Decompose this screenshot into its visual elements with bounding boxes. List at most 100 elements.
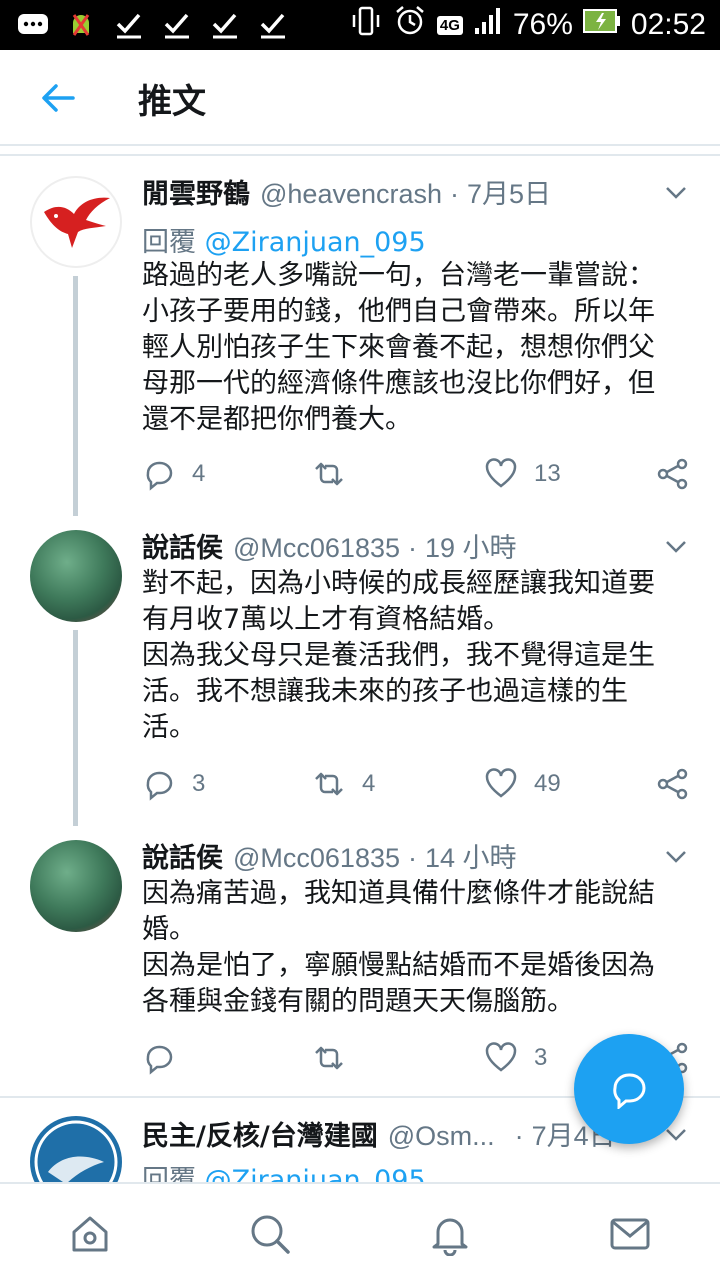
chevron-down-icon[interactable] <box>664 534 688 558</box>
author-name[interactable]: 說話侯 <box>142 836 223 875</box>
mail-icon <box>610 1218 650 1250</box>
retweet-button[interactable] <box>312 1038 362 1078</box>
heart-icon <box>485 768 517 798</box>
avatar[interactable] <box>30 530 122 622</box>
chevron-down-icon[interactable] <box>664 844 688 868</box>
retweet-icon <box>315 462 343 486</box>
reply-button[interactable] <box>142 1038 192 1078</box>
tweet-line: 各種與金錢有關的問題天天傷腦筋。 <box>142 986 574 1017</box>
tweet-line: 路過的老人多嘴說一句，台灣老一輩嘗說： <box>142 260 655 291</box>
nav-search[interactable] <box>246 1210 294 1258</box>
retweet-button[interactable]: 4 <box>312 764 375 804</box>
tweet-actions: 3 4 49 <box>142 764 692 804</box>
bell-icon <box>432 1218 468 1256</box>
heart-icon <box>485 1042 517 1072</box>
alarm-icon <box>393 4 427 46</box>
reply-context: 回覆 @Ziranjuan_095 <box>142 1158 426 1182</box>
reply-prefix: 回覆 <box>142 1165 196 1182</box>
author-name[interactable]: 說話侯 <box>142 526 223 565</box>
heart-icon <box>485 458 517 488</box>
share-icon <box>657 768 688 800</box>
like-count: 13 <box>534 460 561 487</box>
retweet-button[interactable] <box>312 454 362 494</box>
separator-dot: · <box>450 179 460 209</box>
reply-mention[interactable]: @Ziranjuan_095 <box>205 227 426 258</box>
bottom-nav <box>0 1182 720 1280</box>
chat-notification-icon <box>16 8 50 42</box>
like-button[interactable]: 3 <box>484 1038 547 1078</box>
tweet-text: 路過的老人多嘴說一句，台灣老一輩嘗說： 小孩子要用的錢，他們自己會帶來。所以年 … <box>142 258 692 438</box>
tweet-time: 19 小時 <box>425 533 517 563</box>
author-handle[interactable]: @Osm... <box>388 1121 495 1152</box>
page-title: 推文 <box>138 82 206 122</box>
back-button[interactable] <box>36 76 80 120</box>
tweet-line: 因為是怕了，寧願慢點結婚而不是婚後因為 <box>142 950 655 981</box>
reply-button[interactable]: 3 <box>142 764 205 804</box>
tweet-line: 輕人別怕孩子生下來會養不起，想想你們父 <box>142 332 655 363</box>
reply-mention[interactable]: @Ziranjuan_095 <box>205 1165 426 1182</box>
search-icon <box>251 1215 290 1254</box>
tweet-time: 7月5日 <box>467 179 552 209</box>
avatar[interactable] <box>30 176 122 268</box>
battery-level: 76% <box>512 8 573 41</box>
retweet-count: 4 <box>362 770 376 797</box>
compose-button[interactable] <box>574 1034 684 1144</box>
tweet-line: 活。我不想讓我未來的孩子也過這樣的生 <box>142 676 628 707</box>
share-button[interactable] <box>656 764 690 804</box>
like-button[interactable]: 49 <box>484 764 561 804</box>
retweet-icon <box>315 772 343 796</box>
author-name[interactable]: 閒雲野鶴 <box>142 172 250 211</box>
separator-dot: · <box>408 533 417 563</box>
vibrate-icon <box>349 4 383 46</box>
tweet-line: 母那一代的經濟條件應該也沒比你們好，但 <box>142 368 655 399</box>
nav-home[interactable] <box>66 1210 114 1258</box>
author-handle[interactable]: @heavencrash <box>260 179 442 210</box>
tweet-line: 活。 <box>142 712 196 743</box>
reply-count: 4 <box>192 460 206 487</box>
android-debug-icon <box>64 8 98 42</box>
battery-charging-icon <box>582 8 621 42</box>
like-button[interactable]: 13 <box>484 454 561 494</box>
retweet-icon <box>315 1046 343 1070</box>
tweet-line: 對不起，因為小時候的成長經歷讓我知道要 <box>142 568 655 599</box>
tweet-line: 因為我父母只是養活我們，我不覺得這是生 <box>142 640 655 671</box>
app-bar: 推文 <box>0 50 720 146</box>
tweet-line: 小孩子要用的錢，他們自己會帶來。所以年 <box>142 296 655 327</box>
avatar[interactable] <box>30 1116 122 1182</box>
tweet[interactable]: 閒雲野鶴 @heavencrash · 7月5日 回覆 @Ziranjuan_0… <box>0 172 720 516</box>
share-icon <box>657 458 688 490</box>
chevron-down-icon[interactable] <box>664 180 688 204</box>
team-logo-icon <box>34 1120 118 1182</box>
author-handle[interactable]: @Mcc061835 <box>233 533 400 564</box>
tweet-actions: 4 13 <box>142 454 692 494</box>
author-name[interactable]: 民主/反核/台灣建國 <box>142 1114 378 1153</box>
tweet-text: 因為痛苦過，我知道具備什麼條件才能說結 婚。 因為是怕了，寧願慢點結婚而不是婚後… <box>142 876 692 1020</box>
share-button[interactable] <box>656 454 690 494</box>
avatar[interactable] <box>30 840 122 932</box>
check-download-icon <box>256 8 290 42</box>
author-handle[interactable]: @Mcc061835 <box>233 843 400 874</box>
reply-context: 回覆 @Ziranjuan_095 <box>142 220 426 259</box>
arrow-left-icon <box>42 84 75 112</box>
check-download-icon <box>208 8 242 42</box>
tweet-line: 因為痛苦過，我知道具備什麼條件才能說結 <box>142 878 655 909</box>
tweet-line: 還不是都把你們養大。 <box>142 404 412 435</box>
reply-button[interactable]: 4 <box>142 454 205 494</box>
check-download-icon <box>160 8 194 42</box>
tweet-time: 14 小時 <box>425 843 517 873</box>
like-count: 3 <box>534 1044 548 1071</box>
network-type: 4G <box>436 15 463 35</box>
nav-notifications[interactable] <box>426 1210 474 1258</box>
nav-messages[interactable] <box>606 1210 654 1258</box>
reply-icon <box>146 771 173 801</box>
reply-icon <box>146 461 173 491</box>
status-bar: 4G 76% 02:52 <box>0 0 720 50</box>
separator-dot: · <box>514 1121 524 1151</box>
reply-prefix: 回覆 <box>142 227 196 258</box>
tweet-line: 有月收7萬以上才有資格結婚。 <box>142 604 511 635</box>
tweet[interactable]: 說話侯 @Mcc061835 · 19 小時 對不起，因為小時候的成長經歷讓我知… <box>0 526 720 826</box>
crane-logo-icon <box>44 197 110 248</box>
divider <box>0 154 720 156</box>
separator-dot: · <box>408 843 417 873</box>
compose-icon <box>613 1073 646 1109</box>
